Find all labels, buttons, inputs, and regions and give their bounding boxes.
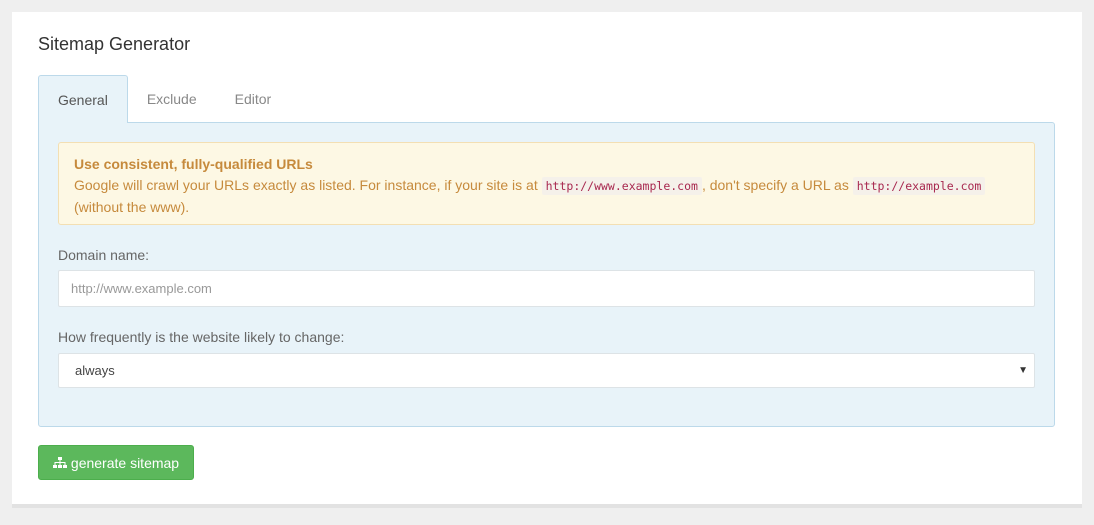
page-title: Sitemap Generator (38, 34, 191, 54)
tab-exclude[interactable]: Exclude (128, 75, 216, 122)
alert-text: (without the www). (74, 199, 190, 215)
generate-sitemap-button[interactable]: generate sitemap (38, 445, 194, 480)
alert-heading: Use consistent, fully-qualified URLs (74, 156, 313, 172)
alert-text: , don't specify a URL as (701, 177, 849, 193)
domain-name-label: Domain name: (58, 247, 150, 263)
tab-bar: General Exclude Editor (38, 75, 291, 123)
caret-down-icon: ▼ (1018, 365, 1028, 376)
alert-text: Google will crawl your URLs exactly as l… (74, 177, 538, 193)
tab-editor[interactable]: Editor (216, 75, 291, 122)
warning-alert: Use consistent, fully-qualified URLs Goo… (58, 142, 1035, 225)
example-url-code: http://example.com (852, 177, 986, 195)
generate-sitemap-label: generate sitemap (70, 454, 180, 471)
domain-name-input[interactable] (58, 270, 1035, 307)
sitemap-generator-panel: Sitemap Generator General Exclude Editor… (12, 12, 1082, 508)
frequency-label: How frequently is the website likely to … (58, 329, 345, 345)
general-tab-panel: Use consistent, fully-qualified URLs Goo… (38, 122, 1055, 427)
frequency-selected-value: always (75, 363, 115, 378)
tab-general[interactable]: General (38, 75, 128, 123)
sitemap-icon (52, 456, 67, 469)
example-url-code: http://www.example.com (541, 177, 702, 195)
frequency-select[interactable]: always ▼ (58, 353, 1035, 388)
